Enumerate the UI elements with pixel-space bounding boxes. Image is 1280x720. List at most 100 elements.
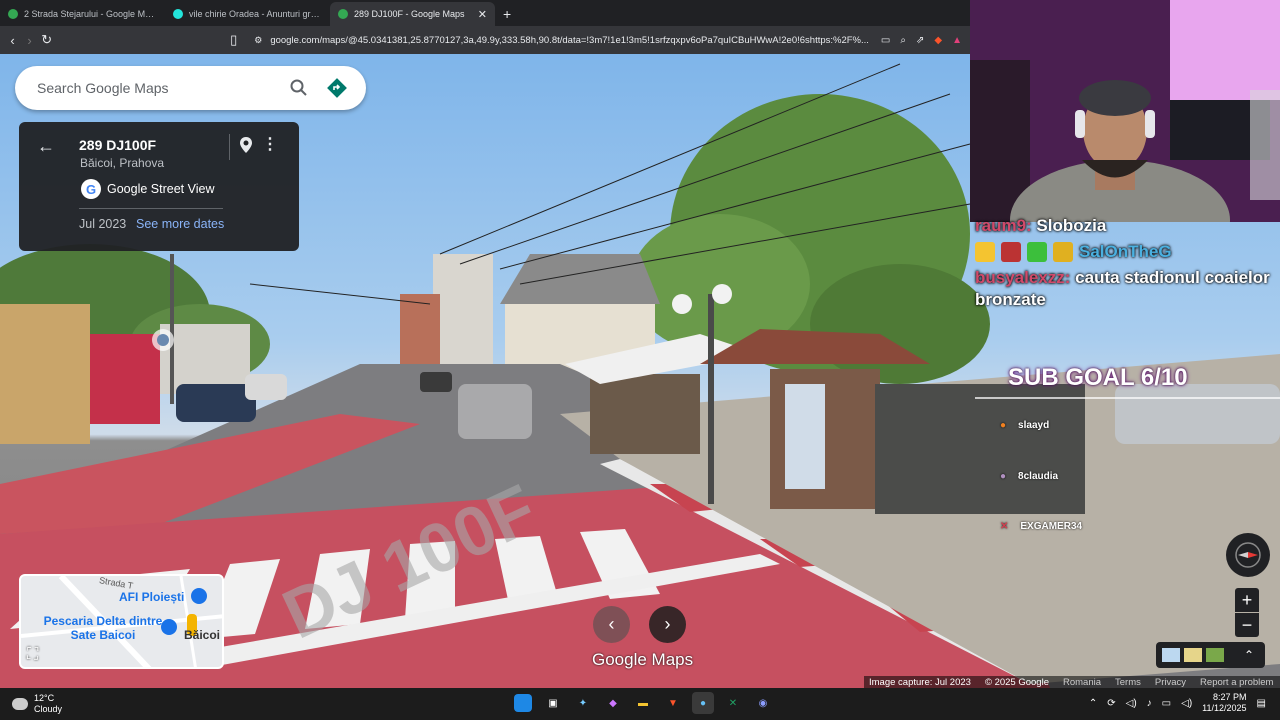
seven-tv-emote-icon bbox=[1053, 242, 1073, 262]
site-info-icon[interactable]: ⚙ bbox=[254, 35, 262, 46]
cast-icon[interactable]: ▭ bbox=[881, 35, 890, 46]
back-icon[interactable]: ‹ bbox=[4, 33, 21, 48]
report-problem-link[interactable]: Report a problem bbox=[1200, 677, 1273, 688]
new-tab-button[interactable]: + bbox=[495, 6, 519, 26]
app-icon[interactable]: ◆ bbox=[602, 692, 624, 714]
microphone-icon[interactable]: ♪ bbox=[1147, 698, 1152, 709]
chat-username: busyalexzz: bbox=[975, 268, 1071, 287]
minimap-place-label: Pescaria Delta dintre Sate Baicoi bbox=[43, 614, 163, 642]
file-explorer-icon[interactable]: ▬ bbox=[632, 692, 654, 714]
location-address: 289 DJ100F bbox=[79, 137, 157, 153]
maps-icon bbox=[338, 9, 348, 19]
zoom-in-button[interactable]: + bbox=[1235, 588, 1259, 612]
show-hidden-icons-icon[interactable]: ⌃ bbox=[1089, 698, 1097, 709]
search-input[interactable] bbox=[37, 80, 276, 96]
privacy-link[interactable]: Privacy bbox=[1155, 677, 1186, 688]
chat-message: SalOnTheG bbox=[975, 241, 1275, 263]
maps-footer: Image capture: Jul 2023 © 2025 Google Ro… bbox=[864, 676, 1280, 688]
address-bar: ‹ › ↻ ▯ ⚙ google.com/maps/@45.0341381,25… bbox=[0, 26, 970, 54]
olx-icon bbox=[173, 9, 183, 19]
tab-bar: 2 Strada Stejarului - Google Maps vile c… bbox=[0, 0, 970, 26]
more-options-icon[interactable]: ⋮ bbox=[262, 134, 278, 154]
directions-icon[interactable] bbox=[322, 73, 352, 103]
sub-goal-label: SUB GOAL 6/10 bbox=[1008, 364, 1188, 391]
brave-icon[interactable]: ▼ bbox=[662, 692, 684, 714]
shopping-pin-icon[interactable] bbox=[161, 619, 177, 635]
search-icon[interactable] bbox=[284, 73, 314, 103]
map-pin-icon[interactable] bbox=[239, 136, 253, 159]
tab-maps-dj100f[interactable]: 289 DJ100F - Google Maps ✕ bbox=[330, 2, 495, 26]
next-arrow-button[interactable]: › bbox=[649, 606, 686, 643]
badge-emote-icon bbox=[1001, 242, 1021, 262]
layer-thumb-icon[interactable] bbox=[1206, 648, 1224, 662]
chat-username: raum9: bbox=[975, 216, 1032, 235]
network-icon[interactable]: ▭ bbox=[1162, 698, 1171, 709]
country-link[interactable]: Romania bbox=[1063, 677, 1101, 688]
location-card: ← 289 DJ100F Băicoi, Prahova ⋮ G Google … bbox=[19, 122, 299, 251]
sub-goal-bar bbox=[975, 397, 1280, 399]
minimap-place-label: Băicoi bbox=[184, 628, 221, 642]
expand-map-icon[interactable]: ⛶ bbox=[27, 646, 38, 664]
minimap[interactable]: Strada T AFI Ploiești Pescaria Delta din… bbox=[19, 574, 224, 669]
sync-icon[interactable]: ⟳ bbox=[1107, 698, 1115, 709]
reload-icon[interactable]: ↻ bbox=[38, 32, 55, 48]
notifications-icon[interactable]: ▤ bbox=[1257, 698, 1266, 709]
sub-badge-icon: ● bbox=[1000, 471, 1007, 482]
cloud-icon bbox=[12, 698, 28, 710]
subscriber-entry: ● 8claudia bbox=[1000, 471, 1059, 482]
volume-icon[interactable]: ◁) bbox=[1181, 698, 1192, 709]
speaker-icon[interactable]: ◁) bbox=[1126, 698, 1137, 709]
see-more-dates-link[interactable]: See more dates bbox=[136, 217, 224, 231]
chat-message: raum9: Slobozia bbox=[975, 215, 1275, 237]
back-arrow-icon[interactable]: ← bbox=[37, 136, 55, 157]
chat-text: SalOnTheG bbox=[1079, 242, 1172, 261]
subscriber-entry: ✕ EXGAMER34 bbox=[1000, 521, 1083, 532]
location-locality: Băicoi, Prahova bbox=[80, 156, 165, 170]
steam-icon[interactable]: ● bbox=[692, 692, 714, 714]
layer-thumb-icon[interactable] bbox=[1162, 648, 1180, 662]
tab-olx[interactable]: vile chirie Oradea - Anunturi gratuite bbox=[165, 2, 330, 26]
webcam-image bbox=[970, 0, 1280, 222]
brave-rewards-icon[interactable]: ▲ bbox=[952, 35, 962, 46]
webcam-overlay bbox=[970, 0, 1280, 222]
close-tab-icon[interactable]: ✕ bbox=[478, 8, 487, 21]
capture-date: Jul 2023 bbox=[79, 217, 127, 231]
chat-text: Slobozia bbox=[1036, 216, 1107, 235]
shopping-pin-icon[interactable] bbox=[191, 588, 207, 604]
sub-badge-icon: ● bbox=[1000, 420, 1007, 431]
layer-thumb-icon[interactable] bbox=[1184, 648, 1202, 662]
discord-icon[interactable]: ◉ bbox=[752, 692, 774, 714]
weather-widget[interactable]: 12°C Cloudy bbox=[12, 693, 62, 715]
google-logo-icon: G bbox=[81, 179, 101, 199]
sub-badge-icon: ✕ bbox=[1000, 521, 1009, 532]
clock[interactable]: 8:27 PM 11/12/2025 bbox=[1202, 692, 1246, 714]
street-view-source: G Google Street View bbox=[81, 179, 214, 199]
previous-arrow-button[interactable]: ‹ bbox=[593, 606, 630, 643]
bookmark-icon[interactable]: ▯ bbox=[225, 32, 242, 48]
copyright-label: © 2025 Google bbox=[984, 676, 1049, 688]
excel-icon[interactable]: ✕ bbox=[722, 692, 744, 714]
url-field[interactable]: ⚙ google.com/maps/@45.0341381,25.8770127… bbox=[248, 29, 875, 51]
layers-bar[interactable]: ⌃ bbox=[1156, 642, 1265, 668]
google-maps-logo: Google Maps bbox=[592, 650, 694, 669]
compass-button[interactable] bbox=[1226, 533, 1270, 577]
tab-maps-stejarului[interactable]: 2 Strada Stejarului - Google Maps bbox=[0, 2, 165, 26]
taskbar: 12°C Cloudy ▣ ✦ ◆ ▬ ▼ ● ✕ ◉ ⌃ ⟳ ◁) ♪ ▭ ◁… bbox=[0, 688, 1280, 720]
maps-icon bbox=[8, 9, 18, 19]
windows-start-icon[interactable] bbox=[514, 694, 532, 712]
search-box bbox=[15, 66, 366, 110]
zoom-out-button[interactable]: − bbox=[1235, 613, 1259, 637]
forward-icon[interactable]: › bbox=[21, 33, 38, 48]
divider bbox=[79, 208, 223, 209]
minimap-place-label: AFI Ploiești bbox=[119, 590, 185, 604]
compass-icon bbox=[1235, 542, 1261, 568]
expand-layers-icon[interactable]: ⌃ bbox=[1244, 648, 1254, 662]
chat-message: busyalexzz: cauta stadionul coaielor bro… bbox=[975, 267, 1275, 311]
subscriber-entry: ● slaayd bbox=[1000, 420, 1050, 431]
brave-shield-icon[interactable]: ◆ bbox=[934, 35, 942, 46]
terms-link[interactable]: Terms bbox=[1115, 677, 1141, 688]
share-icon[interactable]: ⇗ bbox=[916, 35, 924, 46]
zoom-icon[interactable]: ⌕ bbox=[900, 35, 906, 46]
copilot-icon[interactable]: ✦ bbox=[572, 692, 594, 714]
task-view-icon[interactable]: ▣ bbox=[542, 692, 564, 714]
